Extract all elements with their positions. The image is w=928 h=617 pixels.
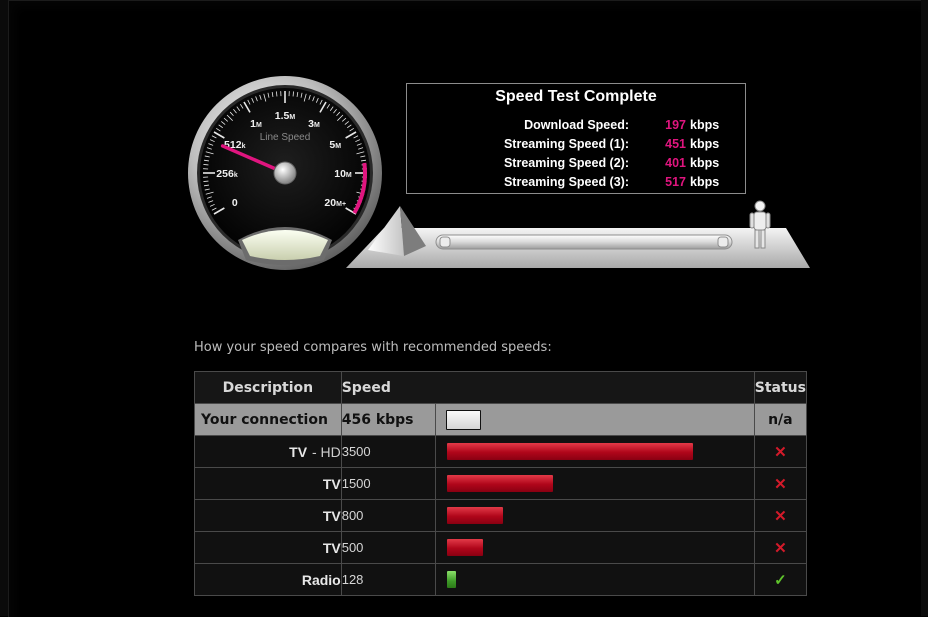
table-row: TV800 ✕ [195, 500, 807, 532]
your-connection-label: Your connection [195, 404, 342, 436]
result-unit: kbps [686, 137, 719, 151]
results-title: Speed Test Complete [407, 88, 745, 106]
requirement-label: Radio [195, 564, 342, 596]
result-unit: kbps [686, 156, 719, 170]
result-unit: kbps [686, 118, 719, 132]
requirement-bar-cell [436, 436, 755, 468]
result-streaming-3: Streaming Speed (3): 517 kbps [407, 175, 745, 194]
table-row: TV1500 ✕ [195, 468, 807, 500]
table-header-row: Description Speed Status [195, 372, 807, 404]
requirement-name: Radio [302, 572, 341, 588]
requirement-bar-cell [436, 468, 755, 500]
requirement-name: TV [323, 508, 341, 524]
requirement-speed: 3500 [341, 436, 435, 468]
result-value: 401 [639, 156, 686, 170]
check-icon: ✓ [774, 572, 787, 589]
requirement-name: TV [323, 476, 341, 492]
your-connection-speed: 456 kbps [341, 404, 435, 436]
requirement-speed: 1500 [341, 468, 435, 500]
gauge-minor-tick [276, 91, 277, 96]
requirement-name: TV [289, 444, 307, 460]
requirement-bar [447, 507, 503, 524]
cross-icon: ✕ [774, 476, 787, 493]
connection-tube [436, 235, 732, 249]
requirement-label: TV - HD [195, 436, 342, 468]
requirement-bar [447, 539, 483, 556]
recommended-rows: TV - HD3500✕TV1500✕TV800✕TV500✕Radio128✓ [195, 436, 807, 596]
requirement-status: ✕ [754, 436, 806, 468]
result-streaming-2: Streaming Speed (2): 401 kbps [407, 156, 745, 175]
requirement-speed: 500 [341, 532, 435, 564]
requirement-bar [447, 475, 553, 492]
gauge-minor-tick [293, 91, 294, 96]
result-label: Streaming Speed (2): [504, 156, 629, 170]
your-connection-row: Your connection 456 kbps n/a [195, 404, 807, 436]
requirement-status: ✕ [754, 532, 806, 564]
requirement-qualifier: - HD [312, 444, 341, 460]
header-description: Description [195, 372, 342, 404]
header-speed: Speed [341, 372, 754, 404]
requirement-name: TV [323, 540, 341, 556]
your-connection-bar-cell [436, 404, 755, 436]
requirement-bar [447, 443, 693, 460]
result-unit: kbps [686, 175, 719, 189]
results-panel: Speed Test Complete Download Speed: 197 … [406, 83, 746, 194]
header-status: Status [754, 372, 806, 404]
gauge-scale-label: 0 [232, 197, 238, 209]
result-value: 197 [639, 118, 686, 132]
your-connection-status: n/a [754, 404, 806, 436]
result-label: Streaming Speed (1): [504, 137, 629, 151]
your-connection-bar [446, 410, 481, 430]
gauge-hub [274, 162, 296, 184]
table-row: TV - HD3500 ✕ [195, 436, 807, 468]
table-row: TV500 ✕ [195, 532, 807, 564]
gauge-minor-tick [203, 181, 208, 182]
cross-icon: ✕ [774, 540, 787, 557]
result-value: 451 [639, 137, 686, 151]
table-row: Radio128 ✓ [195, 564, 807, 596]
requirement-status: ✓ [754, 564, 806, 596]
comparison-table: Description Speed Status Your connection… [194, 371, 807, 596]
requirement-speed: 128 [341, 564, 435, 596]
result-label: Download Speed: [524, 118, 629, 132]
gauge-center-label: Line Speed [260, 132, 311, 143]
requirement-status: ✕ [754, 468, 806, 500]
result-label: Streaming Speed (3): [504, 175, 629, 189]
connection-illustration [346, 200, 810, 270]
server-pyramid-icon [368, 206, 404, 256]
result-download: Download Speed: 197 kbps [407, 118, 745, 137]
result-value: 517 [639, 175, 686, 189]
cross-icon: ✕ [774, 444, 787, 461]
comparison-caption: How your speed compares with recommended… [194, 340, 552, 355]
requirement-label: TV [195, 532, 342, 564]
requirement-label: TV [195, 468, 342, 500]
cross-icon: ✕ [774, 508, 787, 525]
result-streaming-1: Streaming Speed (1): 451 kbps [407, 137, 745, 156]
requirement-bar-cell [436, 500, 755, 532]
requirement-bar-cell [436, 564, 755, 596]
requirement-bar-cell [436, 532, 755, 564]
requirement-label: TV [195, 500, 342, 532]
gauge-minor-tick [203, 164, 208, 165]
requirement-bar [447, 571, 456, 588]
requirement-speed: 800 [341, 500, 435, 532]
requirement-status: ✕ [754, 500, 806, 532]
